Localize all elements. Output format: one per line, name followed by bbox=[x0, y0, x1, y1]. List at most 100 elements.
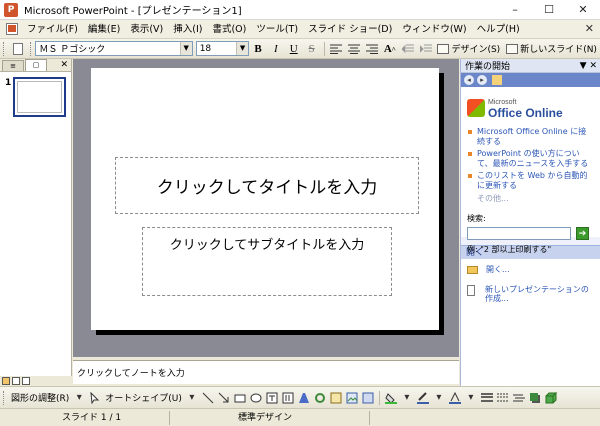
menu-format[interactable]: 書式(O) bbox=[207, 21, 251, 38]
powerpoint-icon[interactable]: P bbox=[4, 2, 18, 17]
maximize-button[interactable]: ☐ bbox=[532, 0, 566, 20]
new-presentation-link[interactable]: 新しいプレゼンテーションの作成... bbox=[485, 285, 594, 304]
link-latest-news[interactable]: PowerPoint の使い方について、最新のニュースを入手する bbox=[467, 149, 594, 168]
toolbar-grip[interactable] bbox=[29, 41, 33, 56]
design-template-name: 標準デザイン bbox=[170, 410, 370, 425]
3d-style-icon[interactable] bbox=[544, 391, 558, 405]
slide-count: スライド 1 / 1 bbox=[0, 410, 170, 425]
new-slide-label: 新しいスライド(N) bbox=[520, 45, 597, 55]
rectangle-icon[interactable] bbox=[233, 391, 247, 405]
new-slide-button[interactable]: 新しいスライド(N) bbox=[503, 42, 600, 55]
document-close-icon[interactable]: ✕ bbox=[585, 22, 594, 35]
align-right-button[interactable] bbox=[364, 41, 380, 57]
link-connect-office-online[interactable]: Microsoft Office Online に接続する bbox=[467, 127, 594, 146]
notes-pane[interactable]: クリックしてノートを入力 bbox=[73, 360, 459, 384]
chevron-down-icon[interactable]: ▾ bbox=[464, 391, 478, 405]
back-icon[interactable]: ◂ bbox=[464, 75, 474, 85]
task-pane-title[interactable]: 作業の開始 bbox=[465, 59, 510, 72]
diagram-icon[interactable] bbox=[313, 391, 327, 405]
home-icon[interactable] bbox=[492, 75, 502, 85]
new-presentation-item[interactable]: 新しいプレゼンテーションの作成... bbox=[467, 284, 594, 304]
menu-edit[interactable]: 編集(E) bbox=[83, 21, 125, 38]
chevron-down-icon[interactable]: ▼ bbox=[179, 42, 192, 55]
font-color-icon[interactable] bbox=[448, 391, 462, 405]
decrease-indent-button[interactable] bbox=[400, 41, 416, 57]
picture-icon[interactable] bbox=[345, 391, 359, 405]
normal-view-icon[interactable] bbox=[2, 377, 10, 385]
increase-indent-button[interactable] bbox=[418, 41, 434, 57]
open-file-link[interactable]: 開く... bbox=[486, 265, 510, 275]
select-objects-icon[interactable] bbox=[88, 391, 102, 405]
insert-diagram-icon[interactable] bbox=[361, 391, 375, 405]
forward-icon[interactable]: ▸ bbox=[477, 75, 487, 85]
draw-menu-button[interactable]: 図形の調整(R) bbox=[9, 391, 71, 404]
search-go-icon[interactable]: ➔ bbox=[576, 227, 589, 240]
menu-slideshow[interactable]: スライド ショー(D) bbox=[303, 21, 397, 38]
office-online-logo: Microsoft Office Online bbox=[467, 95, 594, 121]
chevron-down-icon[interactable]: ▼ bbox=[236, 42, 249, 55]
textbox-icon[interactable] bbox=[265, 391, 279, 405]
minimize-button[interactable]: – bbox=[498, 0, 532, 20]
vertical-textbox-icon[interactable] bbox=[281, 391, 295, 405]
bold-button[interactable]: B bbox=[250, 41, 266, 57]
document-icon[interactable] bbox=[6, 23, 18, 35]
link-auto-update[interactable]: このリストを Web から自動的に更新する bbox=[467, 171, 594, 190]
fill-color-icon[interactable] bbox=[384, 391, 398, 405]
underline-button[interactable]: U bbox=[286, 41, 302, 57]
search-input[interactable] bbox=[467, 227, 571, 240]
strikethrough-button[interactable]: S bbox=[304, 41, 320, 57]
clip-art-icon[interactable] bbox=[329, 391, 343, 405]
menu-view[interactable]: 表示(V) bbox=[125, 21, 168, 38]
font-grow-button[interactable]: A ˄ bbox=[382, 41, 398, 57]
arrow-icon[interactable] bbox=[217, 391, 231, 405]
arrow-style-icon[interactable] bbox=[512, 391, 526, 405]
menu-help[interactable]: ヘルプ(H) bbox=[472, 21, 525, 38]
toolbar-grip[interactable] bbox=[3, 390, 6, 405]
italic-button[interactable]: I bbox=[268, 41, 284, 57]
slideshow-icon[interactable] bbox=[22, 377, 30, 385]
new-document-button[interactable] bbox=[10, 41, 26, 57]
panel-close-icon[interactable]: ✕ bbox=[60, 59, 68, 71]
oval-icon[interactable] bbox=[249, 391, 263, 405]
notes-placeholder: クリックしてノートを入力 bbox=[77, 369, 185, 379]
menu-window[interactable]: ウィンドウ(W) bbox=[397, 21, 471, 38]
title-bar: P Microsoft PowerPoint - [プレゼンテーション1] – … bbox=[0, 0, 600, 20]
task-pane-controls[interactable]: ▼ ✕ bbox=[580, 59, 597, 73]
title-placeholder[interactable]: クリックしてタイトルを入力 bbox=[115, 157, 419, 214]
subtitle-placeholder-text: クリックしてサブタイトルを入力 bbox=[169, 238, 365, 253]
autoshapes-button[interactable]: オートシェイプ(U) bbox=[103, 391, 184, 404]
chevron-down-icon[interactable]: ▾ bbox=[72, 391, 86, 405]
slide-canvas[interactable]: クリックしてタイトルを入力 クリックしてサブタイトルを入力 bbox=[91, 68, 439, 330]
align-left-button[interactable] bbox=[328, 41, 344, 57]
line-icon[interactable] bbox=[201, 391, 215, 405]
open-file-item[interactable]: 開く... bbox=[467, 265, 594, 275]
font-name-combo[interactable]: ＭＳ Ｐゴシック ▼ bbox=[35, 41, 193, 56]
align-center-button[interactable] bbox=[346, 41, 362, 57]
shadow-style-icon[interactable] bbox=[528, 391, 542, 405]
dash-style-icon[interactable] bbox=[496, 391, 510, 405]
close-button[interactable]: ✕ bbox=[566, 0, 600, 20]
toolbar-grip[interactable] bbox=[3, 41, 6, 56]
chevron-down-icon[interactable]: ▾ bbox=[432, 391, 446, 405]
folder-icon bbox=[467, 266, 478, 274]
menu-insert[interactable]: 挿入(I) bbox=[168, 21, 207, 38]
subtitle-placeholder[interactable]: クリックしてサブタイトルを入力 bbox=[142, 227, 392, 296]
font-size-combo[interactable]: 18 ▼ bbox=[195, 41, 250, 56]
chevron-down-icon[interactable]: ▾ bbox=[400, 391, 414, 405]
task-pane: 作業の開始 ▼ ✕ ◂ ▸ Microsoft Office Online Mi… bbox=[460, 59, 600, 387]
tab-slides[interactable]: ▢ bbox=[25, 59, 47, 71]
wordart-icon[interactable] bbox=[297, 391, 311, 405]
font-size-value: 18 bbox=[199, 43, 212, 54]
design-button[interactable]: デザイン(S) bbox=[434, 42, 503, 55]
align-left-icon bbox=[330, 44, 343, 54]
line-color-icon[interactable] bbox=[416, 391, 430, 405]
slide-thumbnail[interactable] bbox=[13, 77, 66, 117]
chevron-down-icon[interactable]: ▾ bbox=[185, 391, 199, 405]
window-title: Microsoft PowerPoint - [プレゼンテーション1] bbox=[24, 6, 242, 17]
menu-tools[interactable]: ツール(T) bbox=[251, 21, 303, 38]
link-more[interactable]: その他... bbox=[467, 193, 594, 204]
line-style-icon[interactable] bbox=[480, 391, 494, 405]
tab-outline[interactable]: ≡ bbox=[2, 60, 24, 71]
slide-sorter-icon[interactable] bbox=[12, 377, 20, 385]
menu-file[interactable]: ファイル(F) bbox=[22, 21, 83, 38]
